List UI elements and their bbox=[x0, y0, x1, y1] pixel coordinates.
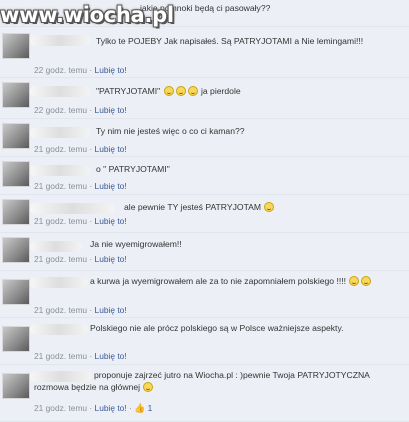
thumbs-up-icon: 👍 bbox=[134, 403, 146, 413]
timestamp: 22 godz. temu bbox=[34, 105, 88, 115]
author-name bbox=[30, 35, 90, 46]
smiley-icon bbox=[349, 276, 360, 286]
like-link[interactable]: Lubię to! bbox=[95, 181, 127, 191]
watermark: www.wiocha.pl bbox=[0, 3, 174, 27]
comment-text: Tylko te POJEBY Jak napisałeś. Są PATRYJ… bbox=[96, 36, 364, 46]
smiley-icon bbox=[143, 382, 154, 392]
comment-text: "PATRYJOTAMI" ja pierdole bbox=[96, 85, 397, 97]
timestamp: 21 godz. temu bbox=[34, 144, 88, 154]
smiley-icon bbox=[264, 202, 275, 212]
like-link[interactable]: Lubię to! bbox=[95, 351, 127, 361]
comment: o " PATRYJOTAMI" 21 godz. temu · Lubię t… bbox=[0, 157, 409, 195]
timestamp: 21 godz. temu bbox=[34, 305, 88, 315]
smiley-icon bbox=[163, 86, 174, 96]
comment-meta: 22 godz. temu · Lubię to! bbox=[34, 65, 127, 75]
author-name bbox=[30, 203, 115, 214]
like-link[interactable]: Lubię to! bbox=[95, 105, 127, 115]
comment: "PATRYJOTAMI" ja pierdole 22 godz. temu … bbox=[0, 78, 409, 119]
comment-text-part: ja pierdole bbox=[200, 86, 241, 96]
comment: a kurwa ja wyemigrowałem ale za to nie z… bbox=[0, 271, 409, 318]
comment-text: Ty nim nie jesteś więc o co ci kaman?? bbox=[96, 126, 245, 136]
comment-meta: 21 godz. temu · Lubię to! · 👍 1 bbox=[34, 403, 153, 413]
avatar bbox=[2, 123, 30, 149]
avatar bbox=[2, 199, 30, 225]
timestamp: 21 godz. temu bbox=[34, 351, 88, 361]
avatar bbox=[2, 326, 30, 352]
comment: Polskiego nie ale prócz polskiego są w P… bbox=[0, 318, 409, 365]
timestamp: 21 godz. temu bbox=[34, 216, 88, 226]
like-link[interactable]: Lubię to! bbox=[95, 305, 127, 315]
comment-text: o " PATRYJOTAMI" bbox=[96, 164, 170, 174]
avatar bbox=[2, 279, 30, 305]
avatar bbox=[2, 33, 30, 59]
comment-text: proponuje zajrzeć jutro na Wiocha.pl : )… bbox=[34, 369, 397, 393]
avatar bbox=[2, 237, 30, 263]
timestamp: 21 godz. temu bbox=[34, 181, 88, 191]
like-count[interactable]: 1 bbox=[148, 403, 153, 413]
author-name bbox=[30, 165, 90, 176]
author-name bbox=[30, 241, 82, 252]
comment: proponuje zajrzeć jutro na Wiocha.pl : )… bbox=[0, 365, 409, 422]
comment-text-part: "PATRYJOTAMI" bbox=[96, 86, 161, 96]
smiley-icon bbox=[175, 86, 186, 96]
like-link[interactable]: Lubię to! bbox=[95, 144, 127, 154]
comment-meta: 21 godz. temu · Lubię to! bbox=[34, 351, 127, 361]
comment-meta: 21 godz. temu · Lubię to! bbox=[34, 181, 127, 191]
like-link[interactable]: Lubię to! bbox=[95, 216, 127, 226]
comment-text-part: a kurwa ja wyemigrowałem ale za to nie z… bbox=[90, 276, 347, 286]
comment-text-part: proponuje zajrzeć jutro na Wiocha.pl : )… bbox=[34, 370, 370, 392]
timestamp: 22 godz. temu bbox=[34, 65, 88, 75]
comment-text: Ja nie wyemigrowałem!! bbox=[90, 239, 182, 249]
comment-text: a kurwa ja wyemigrowałem ale za to nie z… bbox=[34, 275, 397, 287]
comment-meta: 21 godz. temu · Lubię to! bbox=[34, 216, 127, 226]
comment-text: Polskiego nie ale prócz polskiego są w P… bbox=[90, 323, 344, 333]
comment-text-part: ale pewnie TY jesteś PATRYJOTAM bbox=[124, 202, 262, 212]
like-link[interactable]: Lubię to! bbox=[95, 254, 127, 264]
avatar bbox=[2, 82, 30, 108]
comment-text: ale pewnie TY jesteś PATRYJOTAM bbox=[124, 201, 397, 213]
comment-meta: 22 godz. temu · Lubię to! bbox=[34, 105, 127, 115]
avatar bbox=[2, 161, 30, 187]
author-name bbox=[30, 127, 90, 138]
comment: Ja nie wyemigrowałem!! 21 godz. temu · L… bbox=[0, 233, 409, 271]
smiley-icon bbox=[361, 276, 372, 286]
comment-meta: 21 godz. temu · Lubię to! bbox=[34, 144, 127, 154]
smiley-icon bbox=[187, 86, 198, 96]
comment-meta: 21 godz. temu · Lubię to! bbox=[34, 254, 127, 264]
like-link[interactable]: Lubię to! bbox=[95, 65, 127, 75]
comment-meta: 21 godz. temu · Lubię to! bbox=[34, 305, 127, 315]
author-name bbox=[30, 86, 90, 97]
timestamp: 21 godz. temu bbox=[34, 254, 88, 264]
comment: Ty nim nie jesteś więc o co ci kaman?? 2… bbox=[0, 119, 409, 157]
comment: ale pewnie TY jesteś PATRYJOTAM 21 godz.… bbox=[0, 195, 409, 233]
avatar bbox=[2, 373, 30, 399]
like-link[interactable]: Lubię to! bbox=[95, 403, 127, 413]
timestamp: 21 godz. temu bbox=[34, 403, 88, 413]
